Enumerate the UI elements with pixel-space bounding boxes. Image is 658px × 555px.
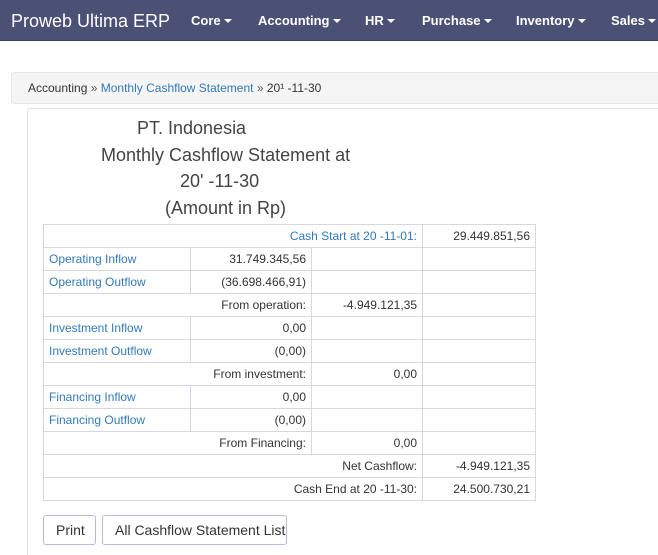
investment-outflow-value: (0,00): [190, 339, 312, 363]
all-cashflow-list-button[interactable]: All Cashflow Statement List: [102, 515, 287, 545]
cash-start-label: Cash Start at 20 -11-01:: [43, 224, 423, 248]
nav-inventory-label: Inventory: [516, 13, 575, 28]
table-row: From Financing: 0,00: [43, 431, 536, 455]
table-row: Investment Outflow (0,00): [43, 339, 536, 363]
investment-outflow-link[interactable]: Investment Outflow: [43, 339, 191, 363]
from-financing-label: From Financing:: [43, 431, 312, 455]
nav-core[interactable]: Core: [191, 13, 232, 28]
table-row: Cash Start at 20 -11-01: 29.449.851,56: [43, 224, 536, 248]
financing-inflow-value: 0,00: [190, 385, 312, 409]
cash-end-value: 24.500.730,21: [422, 477, 536, 501]
operating-inflow-value: 31.749.345,56: [190, 247, 312, 271]
nav-inventory[interactable]: Inventory: [516, 13, 586, 28]
breadcrumb-separator: »: [256, 81, 264, 95]
from-investment-label: From investment:: [43, 362, 312, 386]
from-investment-value: 0,00: [311, 362, 423, 386]
chevron-down-icon: [386, 19, 395, 23]
chevron-down-icon: [647, 19, 656, 23]
nav-purchase-label: Purchase: [422, 13, 481, 28]
table-row: Net Cashflow: -4.949.121,35: [43, 454, 536, 478]
table-row: Financing Inflow 0,00: [43, 385, 536, 409]
table-row: Financing Outflow (0,00): [43, 408, 536, 432]
breadcrumb-root: Accounting: [28, 81, 88, 95]
app-brand[interactable]: Proweb Ultima ERP: [11, 11, 170, 32]
cashflow-table: Cash Start at 20 -11-01: 29.449.851,56 O…: [43, 224, 536, 501]
from-financing-value: 0,00: [311, 431, 423, 455]
nav-sales-label: Sales: [611, 13, 645, 28]
financing-inflow-link[interactable]: Financing Inflow: [43, 385, 191, 409]
report-date: 20' -11-30: [180, 171, 260, 191]
chevron-down-icon: [332, 19, 341, 23]
table-row: Investment Inflow 0,00: [43, 316, 536, 340]
nav-hr[interactable]: HR: [365, 13, 395, 28]
investment-inflow-value: 0,00: [190, 316, 312, 340]
breadcrumb-link-cashflow[interactable]: Monthly Cashflow Statement: [101, 81, 254, 95]
breadcrumb: Accounting » Monthly Cashflow Statement …: [11, 72, 658, 104]
from-operation-value: -4.949.121,35: [311, 293, 423, 317]
print-button[interactable]: Print: [43, 515, 96, 545]
operating-outflow-value: (36.698.466,91): [190, 270, 312, 294]
net-cashflow-label: Net Cashflow:: [43, 454, 423, 478]
net-cashflow-value: -4.949.121,35: [422, 454, 536, 478]
report-title: Monthly Cashflow Statement at: [101, 145, 351, 165]
chevron-down-icon: [577, 19, 586, 23]
breadcrumb-current: 20¹ -11-30: [266, 81, 322, 95]
chevron-down-icon: [483, 19, 492, 23]
nav-purchase[interactable]: Purchase: [422, 13, 492, 28]
investment-inflow-link[interactable]: Investment Inflow: [43, 316, 191, 340]
nav-accounting-label: Accounting: [258, 13, 330, 28]
nav-hr-label: HR: [365, 13, 384, 28]
financing-outflow-link[interactable]: Financing Outflow: [43, 408, 191, 432]
operating-inflow-link[interactable]: Operating Inflow: [43, 247, 191, 271]
chevron-down-icon: [223, 19, 232, 23]
table-row: Cash End at 20 -11-30: 24.500.730,21: [43, 477, 536, 501]
table-row: Operating Inflow 31.749.345,56: [43, 247, 536, 271]
nav-core-label: Core: [191, 13, 221, 28]
company-name: PT. Indonesia: [137, 118, 247, 138]
financing-outflow-value: (0,00): [190, 408, 312, 432]
top-navbar: Proweb Ultima ERP Core Accounting HR Pur…: [0, 0, 658, 41]
cash-start-value: 29.449.851,56: [422, 224, 536, 248]
nav-sales[interactable]: Sales: [611, 13, 656, 28]
cash-end-label: Cash End at 20 -11-30:: [43, 477, 423, 501]
breadcrumb-separator: »: [90, 81, 98, 95]
table-row: From operation: -4.949.121,35: [43, 293, 536, 317]
operating-outflow-link[interactable]: Operating Outflow: [43, 270, 191, 294]
table-row: Operating Outflow (36.698.466,91): [43, 270, 536, 294]
table-row: From investment: 0,00: [43, 362, 536, 386]
nav-accounting[interactable]: Accounting: [258, 13, 341, 28]
amount-unit: (Amount in Rp): [165, 198, 287, 218]
from-operation-label: From operation:: [43, 293, 312, 317]
